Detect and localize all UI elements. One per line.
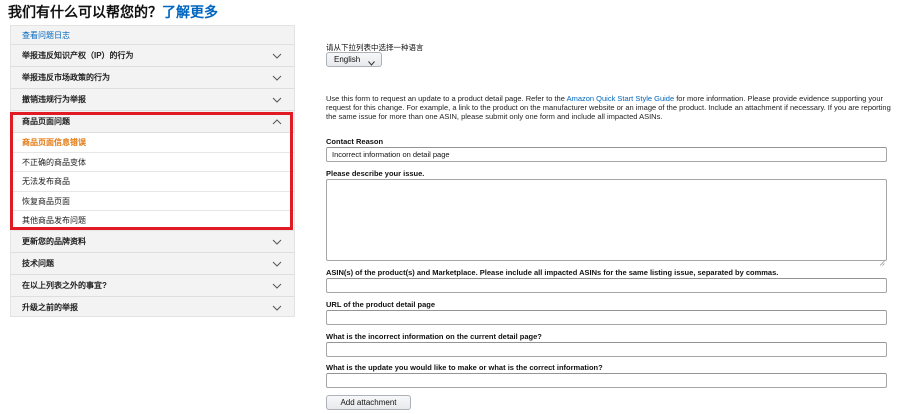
view-issue-log-link[interactable]: 查看问题日志 <box>11 26 294 45</box>
chevron-down-icon <box>272 67 282 81</box>
chevron-down-icon <box>272 297 282 311</box>
url-label: URL of the product detail page <box>326 300 436 309</box>
sidebar-item-report-ip-violation[interactable]: 举报违反知识产权（IP）的行为 <box>11 45 294 67</box>
sidebar-item-label: 商品页面问题 <box>22 117 70 126</box>
sidebar-item-label: 技术问题 <box>22 258 54 268</box>
sidebar-item-update-brand-profile[interactable]: 更新您的品牌资料 <box>11 231 294 253</box>
asin-input[interactable] <box>326 278 887 293</box>
add-attachment-button[interactable]: Add attachment <box>326 395 411 410</box>
style-guide-link[interactable]: Amazon Quick Start Style Guide <box>567 94 675 103</box>
learn-more-link[interactable]: 了解更多 <box>162 4 218 20</box>
sidebar-item-label: 举报违反知识产权（IP）的行为 <box>22 51 134 60</box>
sidebar-item-label: 举报违反市场政策的行为 <box>22 73 110 82</box>
chevron-down-icon <box>272 45 282 59</box>
asin-label: ASIN(s) of the product(s) and Marketplac… <box>326 268 779 277</box>
sidebar-item-technical-issues[interactable]: 技术问题 <box>11 253 294 275</box>
chevron-down-icon <box>272 253 282 267</box>
describe-issue-label: Please describe your issue. <box>326 169 425 178</box>
chevron-down-icon <box>272 275 282 289</box>
sidebar-item-label: 升级之前的举报 <box>22 302 78 312</box>
help-topics-sidebar: 查看问题日志 举报违反知识产权（IP）的行为 举报违反市场政策的行为 撤销违规行… <box>10 25 295 317</box>
update-label: What is the update you would like to mak… <box>326 363 603 372</box>
sidebar-item-escalate-report[interactable]: 升级之前的举报 <box>11 297 294 319</box>
language-select[interactable]: English <box>326 52 382 67</box>
subitem-incorrect-variation[interactable]: 不正确的商品变体 <box>11 152 294 172</box>
sidebar-item-withdraw-report[interactable]: 撤销违规行为举报 <box>11 89 294 111</box>
page-title-text: 我们有什么可以帮您的？ <box>8 4 162 20</box>
update-input[interactable] <box>326 373 887 388</box>
form-intro-text: Use this form to request an update to a … <box>326 94 891 122</box>
describe-issue-textarea[interactable] <box>326 179 887 266</box>
subitem-restore-product-page[interactable]: 恢复商品页面 <box>11 191 294 211</box>
resize-grip-icon[interactable] <box>879 253 885 266</box>
language-select-value: English <box>334 55 361 64</box>
subitem-cannot-list-product[interactable]: 无法发布商品 <box>11 172 294 192</box>
sidebar-item-label: 撤销违规行为举报 <box>22 95 86 104</box>
url-input[interactable] <box>326 310 887 325</box>
contact-reason-field[interactable]: Incorrect information on detail page <box>326 147 887 162</box>
chevron-down-icon <box>368 57 375 70</box>
sidebar-item-label: 更新您的品牌资料 <box>22 236 86 246</box>
chevron-down-icon <box>272 231 282 245</box>
incorrect-info-input[interactable] <box>326 342 887 357</box>
page-title: 我们有什么可以帮您的？了解更多 <box>8 2 218 22</box>
incorrect-info-label: What is the incorrect information on the… <box>326 332 542 341</box>
chevron-down-icon <box>272 89 282 103</box>
sidebar-item-product-page-issues[interactable]: 商品页面问题 <box>11 111 294 133</box>
subitem-other-listing-issues[interactable]: 其他商品发布问题 <box>11 211 294 231</box>
contact-reason-label: Contact Reason <box>326 137 384 146</box>
subitem-incorrect-product-info[interactable]: 商品页面信息错误 <box>11 133 294 153</box>
sidebar-item-label: 在以上列表之外的事宜? <box>22 280 107 290</box>
intro-text-part: Use this form to request an update to a … <box>326 94 567 103</box>
sidebar-item-other-matters[interactable]: 在以上列表之外的事宜? <box>11 275 294 297</box>
sidebar-item-report-policy-violation[interactable]: 举报违反市场政策的行为 <box>11 67 294 89</box>
chevron-up-icon <box>272 111 282 125</box>
